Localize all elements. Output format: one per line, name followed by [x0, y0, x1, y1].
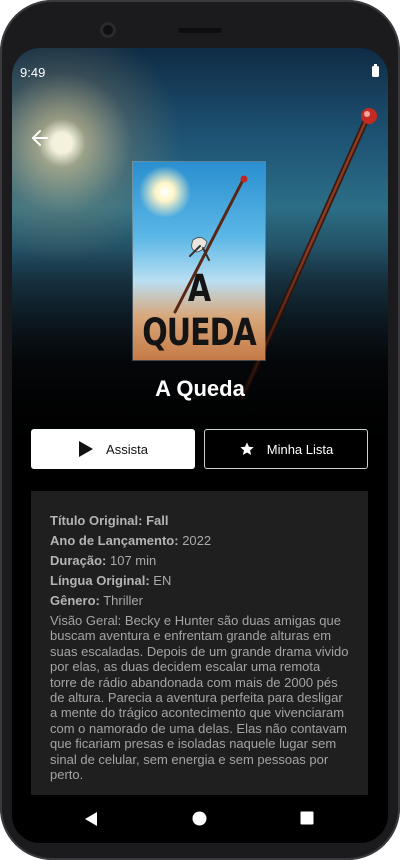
poster-title-text: A QUEDA	[142, 267, 256, 355]
android-nav-bar	[12, 795, 388, 843]
duration-label: Duração:	[50, 553, 107, 568]
play-icon	[79, 441, 94, 457]
genre-row: Gênero: Thriller	[50, 591, 349, 611]
movie-overview: Visão Geral: Becky e Hunter são duas ami…	[50, 613, 349, 783]
original-language-row: Língua Original: EN	[50, 571, 349, 591]
app-screen: 9:49 A QUEDA A Queda Assista Minha Lista…	[12, 48, 388, 843]
nav-recents-button[interactable]	[300, 811, 314, 830]
movie-title: A Queda	[155, 376, 245, 401]
phone-frame: 9:49 A QUEDA A Queda Assista Minha Lista…	[0, 0, 400, 860]
triangle-back-icon	[85, 812, 97, 826]
release-year-label: Ano de Lançamento:	[50, 533, 179, 548]
my-list-button-label: Minha Lista	[266, 441, 334, 457]
genre-value: Thriller	[103, 593, 143, 608]
star-icon	[240, 442, 254, 455]
duration-row: Duração: 107 min	[50, 551, 349, 571]
my-list-button[interactable]: Minha Lista	[204, 429, 368, 469]
watch-button[interactable]: Assista	[31, 429, 195, 469]
status-bar: 9:49	[12, 48, 388, 96]
duration-value: 107 min	[109, 553, 157, 568]
battery-icon	[372, 64, 379, 77]
earpiece-speaker	[178, 28, 222, 33]
circle-home-icon	[192, 811, 207, 826]
original-language-value: EN	[153, 573, 172, 588]
front-camera	[100, 22, 116, 38]
release-year-value: 2022	[182, 533, 212, 548]
original-language-label: Língua Original:	[50, 573, 150, 588]
phone-top-bezel	[0, 0, 400, 50]
watch-button-label: Assista	[106, 441, 148, 457]
arrow-left-icon	[32, 130, 48, 146]
back-button[interactable]	[26, 124, 54, 152]
genre-label: Gênero:	[50, 593, 100, 608]
nav-home-button[interactable]	[192, 811, 207, 831]
original-title-row: Título Original: Fall	[50, 511, 349, 531]
original-title-label: Título Original:	[50, 513, 143, 528]
release-year-row: Ano de Lançamento: 2022	[50, 531, 349, 551]
movie-details-card: Título Original: Fall Ano de Lançamento:…	[31, 491, 368, 796]
movie-poster: A QUEDA	[133, 162, 265, 360]
original-title-value: Fall	[146, 513, 169, 528]
square-recents-icon	[300, 811, 314, 825]
status-time: 9:49	[20, 65, 46, 80]
nav-back-button[interactable]	[84, 811, 98, 832]
